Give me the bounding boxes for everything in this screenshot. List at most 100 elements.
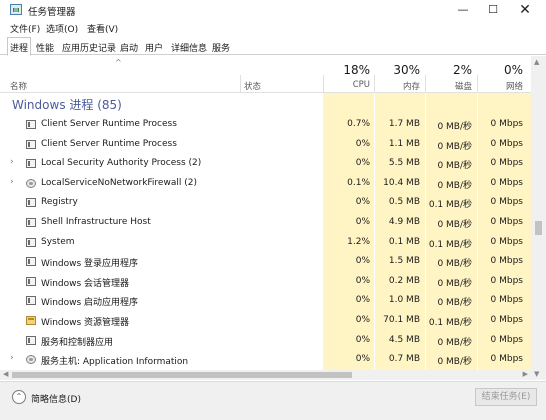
- network-value: 0 Mbps: [490, 177, 523, 188]
- tab-performance[interactable]: 性能: [34, 39, 56, 55]
- folder-icon: [26, 316, 36, 325]
- horizontal-scrollbar[interactable]: ◀ ▶: [0, 370, 531, 380]
- cpu-value: 0%: [355, 354, 370, 365]
- table-row[interactable]: Client Server Runtime Process 0% 1.1 MB 0 M…: [0, 135, 531, 155]
- table-row[interactable]: Windows 会话管理器 0% 0.2 MB 0 MB/秒 0 Mbps: [0, 272, 531, 292]
- disk-value: 0.1 MB/秒: [428, 318, 472, 328]
- end-task-button[interactable]: 结束任务(E): [475, 388, 537, 406]
- cpu-value: 1.2%: [347, 236, 370, 247]
- task-manager-icon: [10, 4, 22, 15]
- tab-startup[interactable]: 启动: [118, 39, 140, 55]
- process-icon: [26, 335, 36, 345]
- cpu-value: 0%: [355, 256, 370, 267]
- process-name: Windows 资源管理器: [41, 318, 130, 328]
- table-row[interactable]: Windows 资源管理器 0% 70.1 MB 0.1 MB/秒 0 Mbps: [0, 311, 531, 331]
- network-value: 0 Mbps: [490, 275, 523, 286]
- process-icon: [26, 139, 36, 149]
- network-percent[interactable]: 0%: [482, 63, 523, 77]
- disk-value: 0 MB/秒: [437, 161, 472, 172]
- table-row[interactable]: Shell Infrastructure Host 0% 4.9 MB 0 MB/秒 0…: [0, 213, 531, 233]
- tab-processes[interactable]: 进程: [7, 37, 32, 56]
- cpu-percent[interactable]: 18%: [330, 63, 370, 77]
- disk-value: 0.1 MB/秒: [428, 200, 472, 211]
- memory-value: 1.5 MB: [388, 256, 420, 267]
- process-icon: [26, 120, 36, 129]
- network-value: 0 Mbps: [490, 138, 523, 149]
- disk-value: 0 MB/秒: [437, 259, 472, 270]
- memory-value: 4.9 MB: [388, 217, 420, 227]
- disk-percent[interactable]: 2%: [430, 63, 472, 77]
- memory-value: 1.1 MB: [388, 138, 420, 149]
- memory-value: 1.7 MB: [388, 119, 420, 129]
- cpu-value: 0%: [355, 334, 370, 345]
- process-name: Windows 登录应用程序: [41, 259, 139, 270]
- table-row[interactable]: › 服务主机: Application Information 0% 0.7 MB 0 …: [0, 350, 531, 370]
- process-list[interactable]: Windows 进程 (85) Client Server Runtime Pr…: [0, 93, 531, 370]
- column-cpu[interactable]: CPU: [330, 80, 370, 90]
- process-icon: [26, 237, 36, 247]
- table-row[interactable]: Client Server Runtime Process 0.7% 1.7 MB 0…: [0, 115, 531, 135]
- network-value: 0 Mbps: [490, 236, 523, 247]
- tab-details[interactable]: 详细信息: [169, 39, 209, 55]
- gear-icon: [26, 355, 36, 365]
- scroll-left-icon[interactable]: ◀: [3, 370, 8, 378]
- column-divider: [323, 75, 324, 93]
- expand-chevron-icon[interactable]: ›: [10, 353, 14, 363]
- table-row[interactable]: › LocalServiceNoNetworkFirewall (2) 0.1% 10…: [0, 174, 531, 194]
- scroll-right-icon[interactable]: ▶: [523, 370, 528, 378]
- scroll-up-icon[interactable]: ▲: [534, 58, 539, 66]
- maximize-button[interactable]: ☐: [478, 0, 508, 20]
- process-name: LocalServiceNoNetworkFirewall (2): [41, 177, 197, 188]
- expand-chevron-icon[interactable]: ›: [10, 177, 14, 187]
- table-row[interactable]: Windows 登录应用程序 0% 1.5 MB 0 MB/秒 0 Mbps: [0, 252, 531, 272]
- menu-view[interactable]: 查看(V): [87, 22, 118, 35]
- column-memory[interactable]: 内存: [380, 80, 420, 92]
- horizontal-scroll-thumb[interactable]: [12, 372, 352, 378]
- disk-value: 0 MB/秒: [437, 337, 472, 348]
- menu-options[interactable]: 选项(O): [46, 22, 78, 35]
- table-row[interactable]: System 1.2% 0.1 MB 0.1 MB/秒 0 Mbps: [0, 233, 531, 253]
- vertical-scrollbar[interactable]: ▲ ▼: [531, 56, 546, 380]
- expand-chevron-icon[interactable]: ›: [10, 157, 14, 167]
- column-divider: [477, 75, 478, 93]
- cpu-value: 0%: [355, 315, 370, 325]
- process-name: Shell Infrastructure Host: [41, 217, 151, 227]
- chevron-up-icon[interactable]: ⌃: [12, 390, 26, 404]
- column-disk[interactable]: 磁盘: [430, 80, 472, 92]
- disk-value: 0 MB/秒: [437, 220, 472, 230]
- fewer-details-link[interactable]: 简略信息(D): [31, 392, 81, 405]
- process-name: Windows 启动应用程序: [41, 298, 139, 309]
- process-icon: [26, 159, 36, 169]
- memory-percent[interactable]: 30%: [380, 63, 420, 77]
- cpu-value: 0%: [355, 295, 370, 306]
- footer: ⌃ 简略信息(D) 结束任务(E): [0, 381, 546, 420]
- table-row[interactable]: 服务和控制器应用 0% 4.5 MB 0 MB/秒 0 Mbps: [0, 331, 531, 351]
- column-status[interactable]: 状态: [244, 80, 261, 92]
- tab-services[interactable]: 服务: [210, 39, 232, 55]
- tab-users[interactable]: 用户: [143, 39, 165, 55]
- table-row[interactable]: Registry 0% 0.5 MB 0.1 MB/秒 0 Mbps: [0, 193, 531, 213]
- table-row[interactable]: Windows 启动应用程序 0% 1.0 MB 0 MB/秒 0 Mbps: [0, 291, 531, 311]
- network-value: 0 Mbps: [490, 197, 523, 208]
- memory-value: 0.1 MB: [388, 236, 420, 247]
- memory-value: 0.7 MB: [388, 354, 420, 365]
- tab-app-history[interactable]: 应用历史记录: [60, 39, 118, 55]
- network-value: 0 Mbps: [490, 354, 523, 365]
- process-name: Windows 会话管理器: [41, 278, 130, 289]
- vertical-scroll-thumb[interactable]: [535, 221, 542, 235]
- close-button[interactable]: ✕: [510, 0, 540, 20]
- process-name: Registry: [41, 197, 78, 208]
- column-name[interactable]: 名称: [10, 80, 27, 92]
- memory-value: 1.0 MB: [388, 295, 420, 306]
- column-divider: [240, 75, 241, 93]
- minimize-button[interactable]: —: [448, 0, 478, 20]
- scroll-down-icon[interactable]: ▼: [534, 370, 539, 378]
- menu-bar: 文件(F) 选项(O) 查看(V): [0, 20, 546, 36]
- process-icon: [26, 296, 36, 306]
- process-icon: [26, 198, 36, 208]
- cpu-value: 0%: [355, 197, 370, 208]
- menu-file[interactable]: 文件(F): [10, 22, 40, 35]
- table-row[interactable]: › Local Security Authority Process (2) 0% 5…: [0, 154, 531, 174]
- column-network[interactable]: 网络: [482, 80, 523, 92]
- disk-value: 0 MB/秒: [437, 122, 472, 132]
